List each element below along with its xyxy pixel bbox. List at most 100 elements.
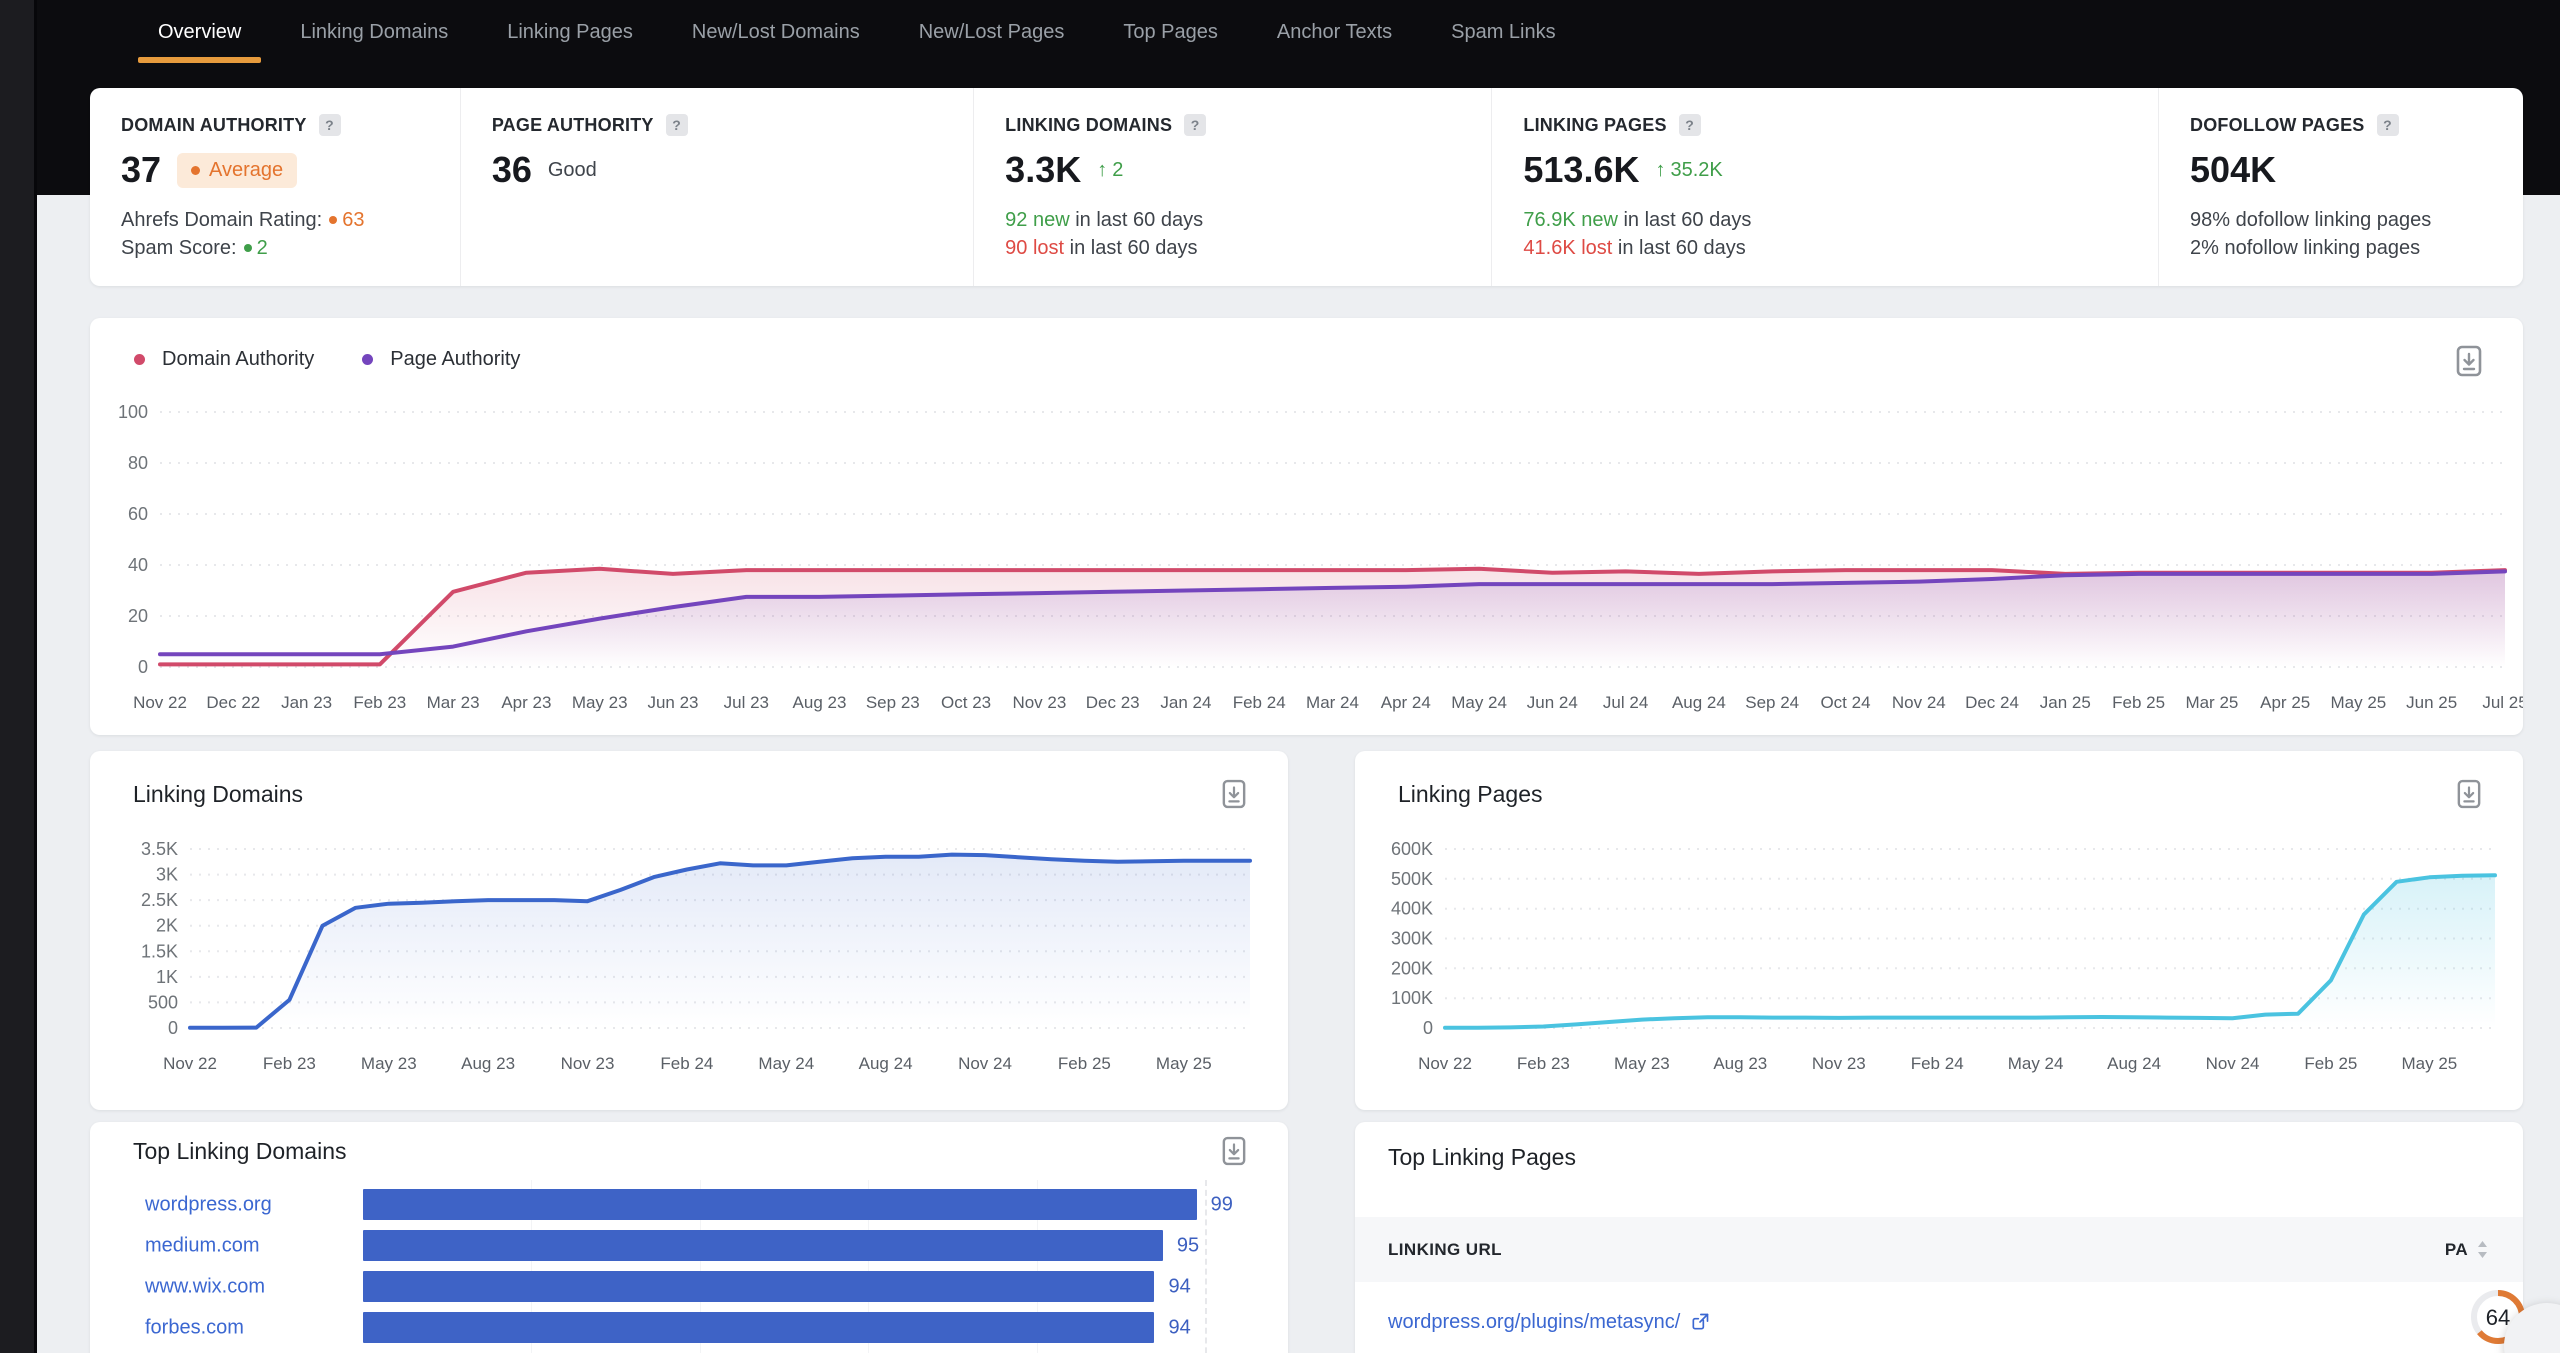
pa-bar (363, 1230, 1163, 1261)
svg-text:Jan 25: Jan 25 (2040, 693, 2091, 712)
help-icon[interactable]: ? (666, 114, 688, 136)
tab-new-lost-domains[interactable]: New/Lost Domains (692, 0, 860, 64)
help-icon[interactable]: ? (1679, 114, 1701, 136)
tab-linking-domains[interactable]: Linking Domains (300, 0, 448, 64)
svg-text:80: 80 (128, 453, 148, 473)
linking-pages-value: 513.6K (1523, 149, 1639, 191)
svg-text:Feb 23: Feb 23 (353, 693, 406, 712)
svg-text:Feb 25: Feb 25 (2304, 1054, 2357, 1073)
tab-linking-pages[interactable]: Linking Pages (507, 0, 633, 64)
svg-text:Nov 24: Nov 24 (1892, 693, 1946, 712)
svg-text:May 25: May 25 (1156, 1054, 1212, 1073)
svg-text:400K: 400K (1391, 899, 1433, 919)
export-icon[interactable] (2455, 344, 2483, 378)
stat-linking-pages: LINKING PAGES ? 513.6K ↑35.2K 76.9K new … (1491, 88, 2158, 286)
svg-text:60: 60 (128, 504, 148, 524)
svg-text:500: 500 (148, 992, 178, 1012)
lost-line: 41.6K lost in last 60 days (1523, 234, 2158, 262)
svg-text:Feb 23: Feb 23 (1517, 1054, 1570, 1073)
svg-text:100K: 100K (1391, 988, 1433, 1008)
tab-anchor-texts[interactable]: Anchor Texts (1277, 0, 1392, 64)
svg-text:Oct 24: Oct 24 (1820, 693, 1870, 712)
svg-text:Feb 24: Feb 24 (1911, 1054, 1964, 1073)
svg-text:Dec 24: Dec 24 (1965, 693, 2019, 712)
domain-link[interactable]: forbes.com (145, 1316, 244, 1339)
authority-trend-chart: 020406080100Nov 22Dec 22Jan 23Feb 23Mar … (90, 318, 2523, 735)
help-icon[interactable]: ? (319, 114, 341, 136)
bar-row-forbes-com: forbes.com94 (90, 1307, 1288, 1348)
svg-text:Mar 23: Mar 23 (427, 693, 480, 712)
svg-text:Sep 24: Sep 24 (1745, 693, 1799, 712)
pa-bar-value: 95 (1177, 1234, 1199, 1257)
svg-text:May 23: May 23 (572, 693, 628, 712)
svg-text:May 24: May 24 (2008, 1054, 2064, 1073)
export-icon[interactable] (1220, 777, 1248, 811)
column-pa[interactable]: PA (2445, 1240, 2489, 1260)
linking-url-link[interactable]: wordpress.org/plugins/metasync/ (1388, 1311, 1710, 1334)
tab-top-pages[interactable]: Top Pages (1123, 0, 1218, 64)
bar-row-wordpress-org: wordpress.org 99 (90, 1184, 1288, 1225)
sort-icon[interactable] (2476, 1240, 2489, 1259)
stat-dofollow-pages: DOFOLLOW PAGES ? 504K 98% dofollow linki… (2158, 88, 2523, 286)
up-arrow-icon: ↑ (1097, 159, 1107, 182)
svg-text:Aug 24: Aug 24 (1672, 693, 1726, 712)
nofollow-line: 2% nofollow linking pages (2190, 234, 2523, 262)
svg-text:Apr 24: Apr 24 (1381, 693, 1431, 712)
svg-text:64: 64 (2486, 1305, 2510, 1330)
domain-link[interactable]: wordpress.org (145, 1193, 272, 1216)
help-icon[interactable]: ? (1184, 114, 1206, 136)
export-icon[interactable] (1220, 1134, 1248, 1168)
pa-bar-value: 99 (1211, 1193, 1233, 1216)
pa-bar-value: 94 (1168, 1275, 1190, 1298)
svg-text:Feb 25: Feb 25 (1058, 1054, 1111, 1073)
legend-domain-authority: Domain Authority (134, 348, 314, 371)
tab-new-lost-pages[interactable]: New/Lost Pages (919, 0, 1065, 64)
dofollow-line: 98% dofollow linking pages (2190, 206, 2523, 234)
svg-text:Mar 25: Mar 25 (2185, 693, 2238, 712)
bar-row-www-wix-com: www.wix.com 94 (90, 1266, 1288, 1307)
new-line: 76.9K new in last 60 days (1523, 206, 2158, 234)
top-linking-pages-card: Top Linking Pages LINKING URL PA wordpre… (1355, 1122, 2523, 1353)
svg-text:0: 0 (1423, 1018, 1433, 1038)
svg-text:1.5K: 1.5K (141, 941, 178, 961)
linking-domains-delta: ↑2 (1097, 159, 1123, 182)
green-dot-icon (244, 244, 252, 252)
svg-text:600K: 600K (1391, 839, 1433, 859)
svg-text:May 23: May 23 (361, 1054, 417, 1073)
svg-text:Feb 23: Feb 23 (263, 1054, 316, 1073)
stat-domain-authority: DOMAIN AUTHORITY ? 37 Average Ahrefs Dom… (90, 88, 460, 286)
tab-overview[interactable]: Overview (158, 0, 241, 64)
domain-link[interactable]: www.wix.com (145, 1275, 265, 1298)
help-icon[interactable]: ? (2377, 114, 2399, 136)
svg-text:1K: 1K (156, 967, 178, 987)
stat-page-authority: PAGE AUTHORITY ? 36 Good (460, 88, 973, 286)
svg-text:Aug 24: Aug 24 (2107, 1054, 2161, 1073)
svg-text:Jun 25: Jun 25 (2406, 693, 2457, 712)
pa-bar (363, 1271, 1154, 1302)
svg-text:Nov 23: Nov 23 (561, 1054, 615, 1073)
badge-dot-icon (191, 166, 200, 175)
stat-label: LINKING DOMAINS ? (1005, 114, 1491, 136)
chart-legend: Domain Authority Page Authority (134, 348, 520, 371)
table-header: LINKING URL PA (1355, 1217, 2523, 1282)
domain-link[interactable]: medium.com (145, 1234, 259, 1257)
tab-bar: Overview Linking Domains Linking Pages New/… (158, 0, 1556, 64)
svg-text:May 25: May 25 (2402, 1054, 2458, 1073)
svg-text:0: 0 (138, 657, 148, 677)
svg-text:Jan 24: Jan 24 (1160, 693, 1211, 712)
tab-spam-links[interactable]: Spam Links (1451, 0, 1556, 64)
bar-row-medium-com: medium.com 95 (90, 1225, 1288, 1266)
svg-text:Jun 23: Jun 23 (647, 693, 698, 712)
legend-label: Domain Authority (162, 348, 314, 371)
svg-text:Dec 22: Dec 22 (206, 693, 260, 712)
export-icon[interactable] (2455, 777, 2483, 811)
page-authority-qualifier: Good (548, 159, 597, 182)
up-arrow-icon: ↑ (1655, 159, 1665, 182)
ahrefs-rating-line: Ahrefs Domain Rating:63 (121, 206, 460, 234)
section-title: Top Linking Pages (1388, 1144, 1576, 1171)
svg-text:Aug 24: Aug 24 (859, 1054, 913, 1073)
bar-rows: wordpress.org 99 medium.com 95 www.wix.com 94… (90, 1184, 1288, 1353)
stat-label: PAGE AUTHORITY ? (492, 114, 973, 136)
spam-score-line: Spam Score:2 (121, 234, 460, 262)
new-line: 92 new in last 60 days (1005, 206, 1491, 234)
